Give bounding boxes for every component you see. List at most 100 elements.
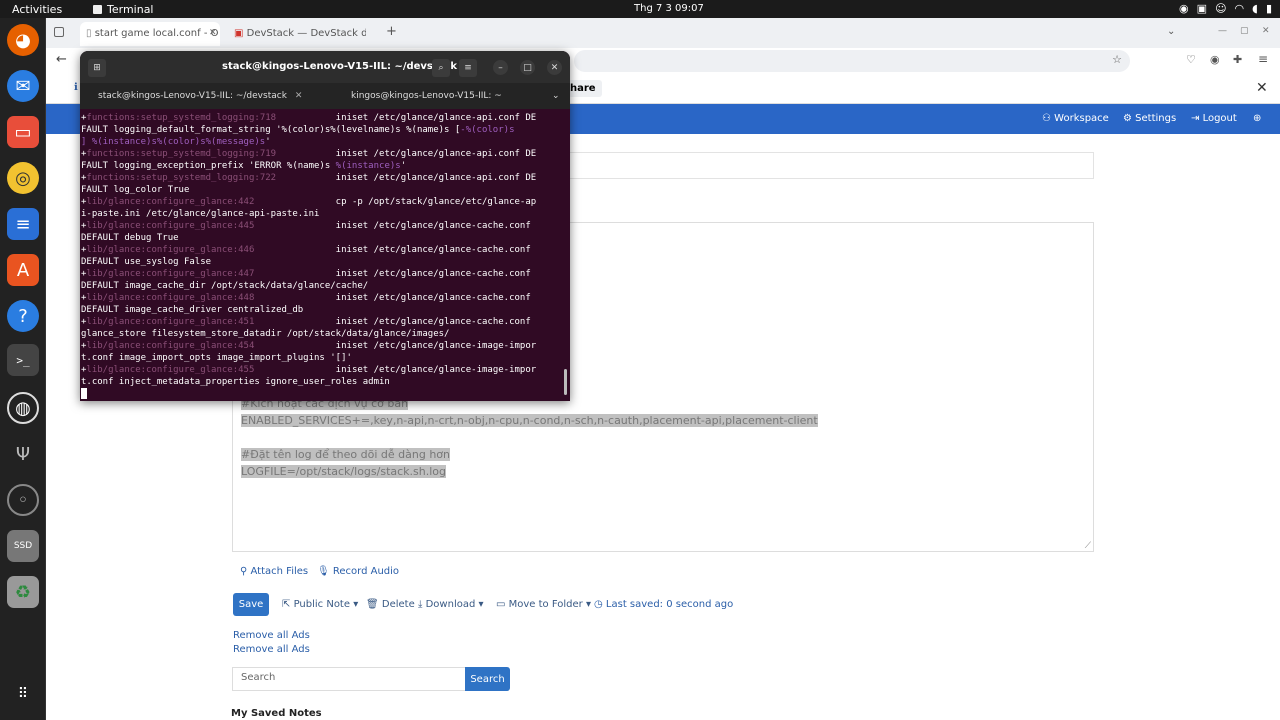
clock[interactable]: Thg 7 3 09:07 (634, 3, 704, 14)
nav-settings[interactable]: ⚙ Settings (1123, 113, 1176, 124)
new-tab-icon[interactable]: ⊞ (88, 59, 106, 77)
terminal-line: DEFAULT use_syslog False (81, 256, 570, 268)
nav-workspace[interactable]: ⚇ Workspace (1042, 113, 1109, 124)
terminal-text: iniset /etc/glance/glance-image-impor (254, 365, 537, 375)
app-indicator-icon[interactable]: ◉ (1179, 2, 1189, 15)
help-icon[interactable]: ? (7, 300, 39, 332)
maximize-icon[interactable]: ▢ (1240, 26, 1249, 36)
account-icon[interactable]: ◉ (1210, 53, 1220, 66)
terminal-window[interactable]: ⊞ stack@kingos-Lenovo-V15-IIL: ~/devstac… (80, 51, 570, 401)
tab-label: start game local.conf - O (94, 28, 219, 39)
terminal-line: +lib/glance:configure_glance:451 iniset … (81, 316, 570, 328)
ssd-icon[interactable]: SSD (7, 530, 39, 562)
terminal-line: +functions:setup_systemd_logging:722 ini… (81, 172, 570, 184)
terminal-scrollbar[interactable] (564, 369, 567, 395)
download-dropdown[interactable]: ⤓ Download ▾ (418, 599, 484, 610)
terminal-dock-icon[interactable]: >_ (7, 344, 39, 376)
rhythmbox-icon[interactable]: ◎ (7, 162, 39, 194)
menu-icon[interactable]: ≡ (1258, 52, 1268, 66)
close-tab-icon[interactable]: ✕ (209, 28, 217, 38)
remove-ads-link[interactable]: Remove all Ads (233, 630, 310, 641)
terminal-text: lib/glance:configure_glance:454 (86, 341, 255, 351)
search-icon[interactable]: ⌕ (432, 59, 450, 77)
terminal-line: DEFAULT debug True (81, 232, 570, 244)
files-icon[interactable]: ▭ (7, 116, 39, 148)
terminal-output[interactable]: +functions:setup_systemd_logging:718 ini… (80, 109, 570, 401)
tab-overview-icon[interactable] (54, 27, 64, 37)
attach-files-button[interactable]: ⚲ Attach Files (240, 566, 308, 577)
new-tab-icon[interactable]: + (386, 24, 397, 39)
terminal-tab-kingos[interactable]: kingos@kingos-Lenovo-V15-IIL: ~ (351, 83, 502, 109)
resize-handle-icon[interactable]: ⟋ (1085, 541, 1091, 551)
tab-list-icon[interactable]: ⌄ (552, 83, 560, 109)
delete-button[interactable]: 🗑 Delete (366, 599, 415, 610)
terminal-text: lib/glance:configure_glance:451 (86, 317, 255, 327)
minimize-icon[interactable]: — (1218, 26, 1227, 36)
close-icon[interactable]: ✕ (547, 60, 562, 75)
save-button[interactable]: Save (233, 593, 269, 616)
terminal-text: lib/glance:configure_glance:442 (86, 197, 255, 207)
share-button[interactable]: hare (568, 80, 602, 97)
clock-icon: ◷ (594, 599, 606, 610)
microphone-icon: 🎙 (317, 566, 333, 577)
show-apps-icon[interactable]: ⠿ (7, 678, 39, 710)
move-to-folder-dropdown[interactable]: ▭ Move to Folder ▾ (496, 599, 591, 610)
terminal-text: ] %(instance)s%(color)s%(message)s (81, 137, 266, 147)
nav-logout[interactable]: ⇥ Logout (1191, 113, 1237, 124)
extensions-icon[interactable]: ✚ (1233, 53, 1242, 66)
back-icon[interactable]: ← (56, 52, 67, 67)
pocket-icon[interactable]: ♡ (1186, 53, 1196, 66)
app-menu[interactable]: Terminal (93, 3, 154, 16)
terminal-line: +lib/glance:configure_glance:455 iniset … (81, 364, 570, 376)
public-note-dropdown[interactable]: ⇱ Public Note ▾ (282, 599, 358, 610)
terminal-line: t.conf inject_metadata_properties ignore… (81, 376, 570, 388)
terminal-text: functions:setup_systemd_logging:718 (86, 113, 277, 123)
app-name: Terminal (107, 3, 154, 16)
search-input[interactable]: Search (232, 667, 466, 691)
bookmark-icon[interactable]: ☆ (1112, 53, 1122, 66)
tab-start-game[interactable]: ▯ start game local.conf - O (80, 22, 220, 46)
maximize-icon[interactable]: □ (520, 60, 535, 75)
obs-icon[interactable]: ◍ (7, 392, 39, 424)
search-button[interactable]: Search (465, 667, 510, 691)
remove-ads-link[interactable]: Remove all Ads (233, 644, 310, 655)
system-tray[interactable]: ◉ ▣ ☺ ◠ ◖ ▮ (1179, 2, 1272, 15)
terminal-line: glance_store filesystem_store_datadir /o… (81, 328, 570, 340)
url-field[interactable]: ☆ (574, 50, 1130, 72)
volume-icon[interactable]: ◖ (1252, 2, 1258, 15)
battery-icon[interactable]: ▮ (1266, 2, 1272, 15)
terminal-tab-stack[interactable]: stack@kingos-Lenovo-V15-IIL: ~/devstack ✕ (98, 83, 302, 109)
thunderbird-icon[interactable]: ✉ (7, 70, 39, 102)
trash-icon[interactable]: ♻ (7, 576, 39, 608)
editor-line: LOGFILE=/opt/stack/logs/stack.sh.log (241, 465, 447, 478)
minimize-icon[interactable]: – (493, 60, 508, 75)
dock: ◕ ✉ ▭ ◎ ≡ A ? >_ ◍ Ψ ◦ SSD ♻ ⠿ (0, 18, 46, 720)
terminal-text: ' (400, 161, 407, 171)
disk-icon[interactable]: ◦ (7, 484, 39, 516)
accessibility-icon[interactable]: ☺ (1215, 2, 1226, 15)
tab-list-icon[interactable]: ⌄ (1167, 26, 1175, 37)
wifi-icon[interactable]: ◠ (1235, 2, 1245, 15)
activities-button[interactable]: Activities (12, 3, 62, 16)
software-icon[interactable]: A (7, 254, 39, 286)
close-tab-icon[interactable]: ✕ (295, 91, 303, 101)
close-window-icon[interactable]: ✕ (1262, 26, 1270, 36)
close-bar-icon[interactable]: ✕ (1256, 80, 1268, 96)
writer-icon[interactable]: ≡ (7, 208, 39, 240)
firefox-icon[interactable]: ◕ (7, 24, 39, 56)
record-audio-button[interactable]: 🎙 Record Audio (317, 566, 399, 577)
editor-line: #Đặt tên log để theo dõi dễ dàng hơn (241, 448, 450, 461)
terminal-header: ⊞ stack@kingos-Lenovo-V15-IIL: ~/devstac… (80, 51, 570, 83)
terminal-text: DEFAULT debug True (81, 233, 179, 243)
menu-icon[interactable]: ≡ (459, 59, 477, 77)
folder-icon: ▭ (496, 599, 509, 610)
language-icon[interactable]: ⊕ (1253, 113, 1261, 124)
terminal-text: iniset /etc/glance/glance-api.conf DE (276, 149, 537, 159)
tab-devstack[interactable]: ▣ DevStack — DevStack do (228, 22, 366, 46)
usb-icon[interactable]: Ψ (7, 438, 39, 470)
download-icon: ⤓ (418, 599, 426, 610)
tab-label: DevStack — DevStack do (246, 28, 366, 39)
devstack-favicon-icon: ▣ (234, 28, 247, 39)
toolbox-icon[interactable]: ▣ (1197, 2, 1207, 15)
terminal-prompt-line (81, 388, 570, 400)
